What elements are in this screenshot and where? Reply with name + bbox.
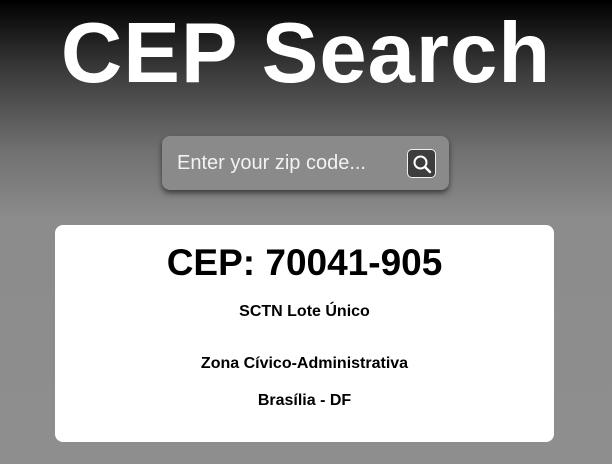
search-bar: [162, 136, 449, 190]
zip-code-input[interactable]: [162, 136, 398, 190]
search-button[interactable]: [407, 149, 436, 178]
district-text: Zona Cívico-Administrativa: [200, 355, 409, 372]
page-title: CEP Search: [60, 6, 552, 101]
street-text: SCTN Lote Único: [239, 303, 370, 320]
cep-result-heading: CEP: 70041-905: [166, 242, 443, 283]
city-state-text: Brasília - DF: [257, 392, 352, 409]
search-icon: [412, 154, 432, 174]
result-card: CEP: 70041-905 SCTN Lote Único Zona Cívi…: [55, 225, 554, 442]
